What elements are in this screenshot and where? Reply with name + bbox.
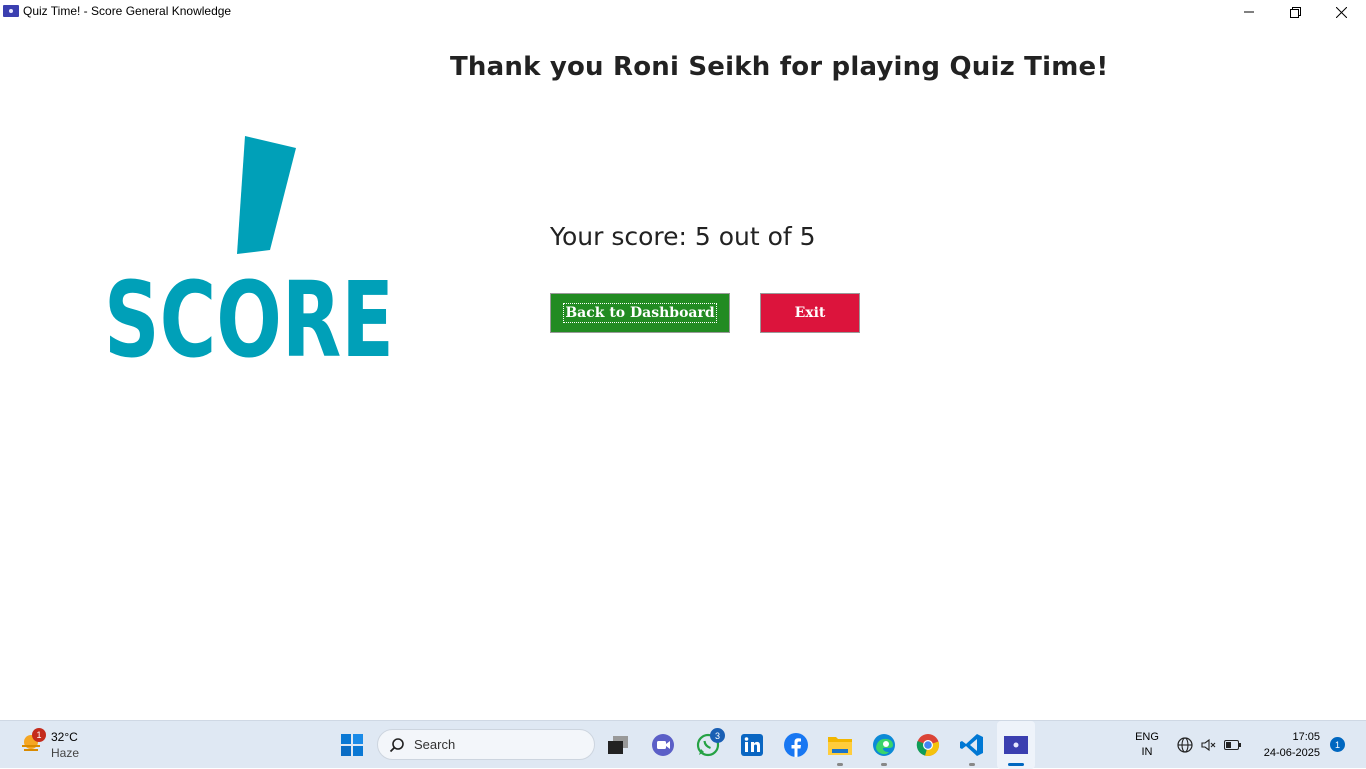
chat-icon [652,734,674,756]
quiz-app-icon [1004,736,1028,754]
clock[interactable]: 17:05 24-06-2025 [1248,729,1320,761]
file-explorer-button[interactable] [824,721,856,769]
back-to-dashboard-button[interactable]: Back to Dashboard [550,293,730,333]
weather-badge: 1 [32,728,46,742]
globe-icon [1177,737,1193,753]
weather-temp: 32°C [51,730,78,744]
active-indicator [1008,763,1024,766]
volume-button[interactable] [1198,721,1220,769]
folder-icon [828,737,852,755]
weather-condition: Haze [51,746,80,760]
exit-button[interactable]: Exit [760,293,860,333]
score-logo: SCORE [106,136,394,364]
minimize-button[interactable] [1226,0,1272,24]
whatsapp-badge: 3 [710,728,725,743]
windows-icon [341,734,363,756]
close-icon [1335,6,1347,18]
running-indicator [837,763,843,766]
page-title: Thank you Roni Seikh for playing Quiz Ti… [450,52,1109,82]
close-button[interactable] [1318,0,1364,24]
network-button[interactable] [1174,721,1196,769]
edge-button[interactable] [868,721,900,769]
chrome-icon [916,734,940,757]
search-placeholder: Search [414,737,456,752]
teams-chat-button[interactable] [647,721,679,769]
running-indicator [881,763,887,766]
clock-time: 17:05 [1292,731,1320,743]
back-to-dashboard-label: Back to Dashboard [563,303,717,323]
edge-icon [873,734,895,756]
minimize-icon [1244,11,1254,13]
volume-muted-icon [1201,738,1216,752]
language-code: ENG [1135,731,1159,743]
taskbar-search[interactable]: Search [377,729,595,760]
linkedin-button[interactable] [736,721,768,769]
chrome-button[interactable] [912,721,944,769]
battery-icon [1224,740,1241,750]
clock-date: 24-06-2025 [1263,747,1320,759]
linkedin-icon [741,734,763,756]
task-view-button[interactable] [602,721,634,769]
exit-label: Exit [794,305,826,321]
region-code: IN [1141,746,1153,758]
notification-badge[interactable]: 1 [1330,737,1345,752]
search-icon [389,738,404,753]
vscode-icon [960,734,983,756]
vscode-button[interactable] [956,721,988,769]
quiz-time-taskbar-button[interactable] [997,721,1035,769]
language-indicator[interactable]: ENG IN [1131,730,1163,760]
score-text: Your score: 5 out of 5 [550,222,816,251]
restore-button[interactable] [1272,0,1318,24]
facebook-icon [784,733,808,757]
facebook-button[interactable] [780,721,812,769]
restore-icon [1289,6,1301,18]
title-bar: Quiz Time! - Score General Knowledge [0,0,1366,24]
window-title: Quiz Time! - Score General Knowledge [23,4,232,18]
taskbar: 1 32°C Haze Search 3 ENG IN 17:05 24-06-… [0,720,1366,769]
battery-button[interactable] [1222,721,1244,769]
app-icon [3,5,19,17]
start-button[interactable] [334,721,370,769]
logo-text: SCORE [106,259,394,364]
task-view-icon [608,736,628,754]
whatsapp-button[interactable]: 3 [692,721,725,769]
running-indicator [969,763,975,766]
